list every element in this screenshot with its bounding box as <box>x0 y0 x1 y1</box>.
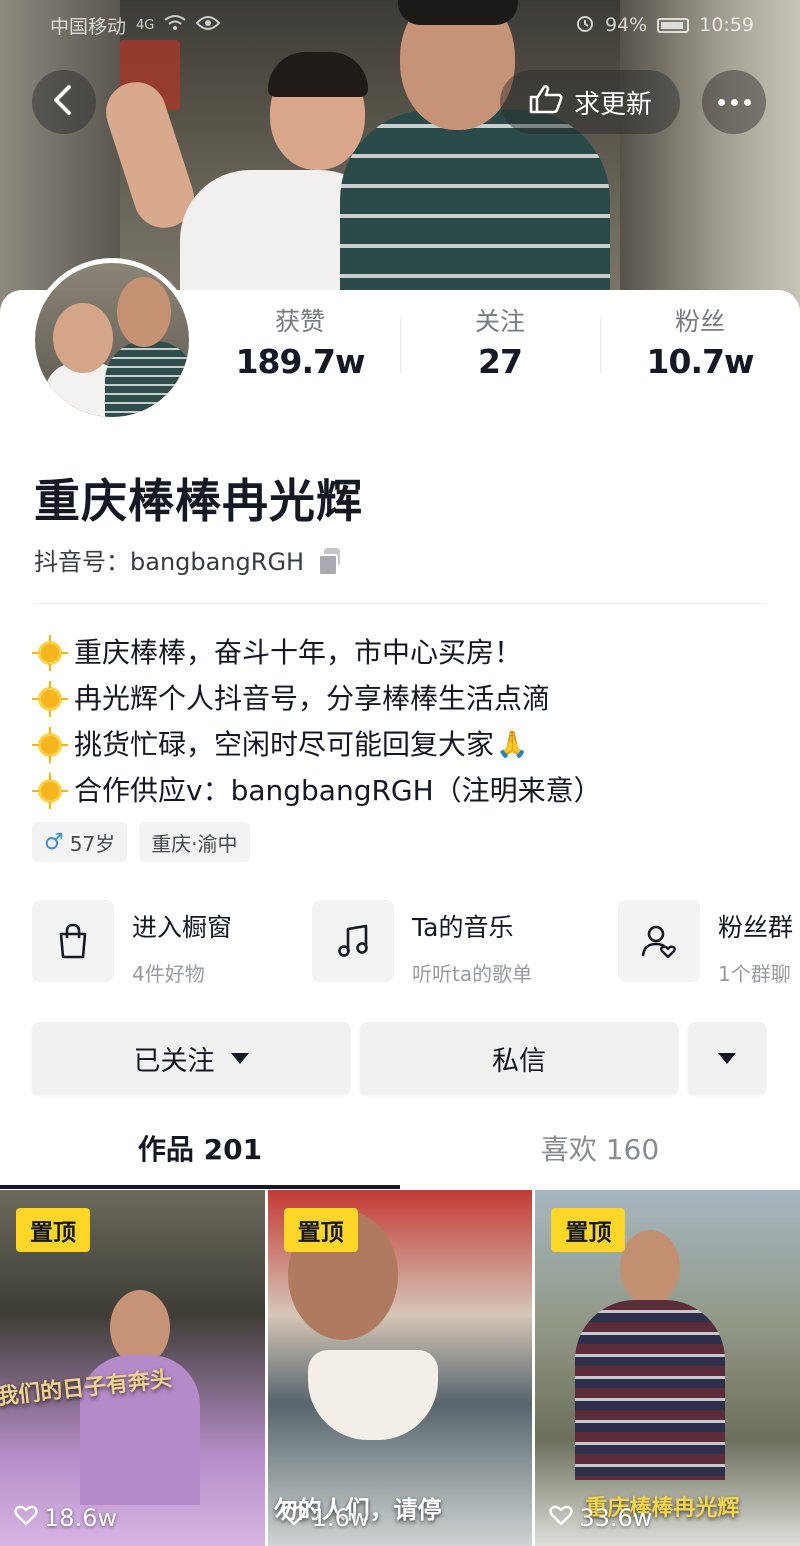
pointing-hand-icon <box>528 83 564 122</box>
like-count: 33.6w <box>579 1504 653 1532</box>
followed-label: 已关注 <box>133 1045 215 1077</box>
heart-icon <box>549 1504 574 1532</box>
age-tag: ♂ 57岁 <box>32 822 128 862</box>
stat-likes[interactable]: 获赞 189.7w <box>200 305 400 385</box>
request-update-label: 求更新 <box>573 89 652 120</box>
feature-title: Ta的音乐 <box>412 913 514 942</box>
video-grid: 置顶 我们的日子有奔头 18.6w 置顶 勿的人们，请停 1.6w 置顶 重庆棒… <box>0 1190 800 1546</box>
male-icon: ♂ <box>44 829 64 855</box>
message-label: 私信 <box>492 1045 546 1077</box>
bio-line: 重庆棒棒，奋斗十年，市中心买房！ <box>32 630 772 676</box>
bio-line: 冉光辉个人抖音号，分享棒棒生活点滴 <box>32 676 772 722</box>
feature-title: 进入橱窗 <box>132 913 233 942</box>
feature-music[interactable]: Ta的音乐 听听ta的歌单 <box>312 900 532 987</box>
eye-icon <box>196 14 221 36</box>
stat-label: 粉丝 <box>674 307 725 336</box>
praying-hands-icon: 🙏 <box>496 730 529 760</box>
bio-line: 挑货忙碌，空闲时尽可能回复大家 🙏 <box>32 722 772 768</box>
feature-subtitle: 4件好物 <box>132 962 205 986</box>
caret-down-icon <box>230 1052 249 1064</box>
stat-value: 27 <box>478 342 523 381</box>
feature-entries: 进入橱窗 4件好物 Ta的音乐 听听ta的歌单 粉丝群 1个群聊 <box>32 900 800 990</box>
like-count: 18.6w <box>44 1504 118 1532</box>
video-likes: 1.6w <box>281 1504 370 1532</box>
feature-title: 粉丝群 <box>718 913 794 942</box>
alarm-icon <box>575 13 595 38</box>
status-bar: 中国移动 4G 94% 10:59 <box>0 0 800 50</box>
music-note-icon <box>312 900 394 982</box>
message-button[interactable]: 私信 <box>360 1022 678 1094</box>
pinned-badge: 置顶 <box>551 1208 626 1252</box>
sun-emoji-icon <box>32 773 68 809</box>
profile-name: 重庆棒棒冉光辉 <box>34 474 363 528</box>
sun-emoji-icon <box>32 681 68 717</box>
tab-likes[interactable]: 喜欢 160 <box>400 1120 800 1190</box>
video-likes: 18.6w <box>14 1504 117 1532</box>
battery-percent: 94% <box>605 14 648 36</box>
douyin-id: 抖音号：bangbangRGH <box>34 542 342 577</box>
feature-fan-group[interactable]: 粉丝群 1个群聊 <box>618 900 793 987</box>
carrier-label: 中国移动 <box>50 15 127 38</box>
active-tab-indicator <box>0 1185 400 1189</box>
profile-bio: 重庆棒棒，奋斗十年，市中心买房！ 冉光辉个人抖音号，分享棒棒生活点滴 挑货忙碌，… <box>32 630 772 814</box>
more-options-button[interactable] <box>702 70 766 134</box>
heart-icon <box>281 1504 306 1532</box>
douyin-id-text: 抖音号：bangbangRGH <box>34 548 305 576</box>
action-buttons: 已关注 私信 <box>32 1022 768 1094</box>
more-dots-icon <box>717 98 751 106</box>
cover-person-boy <box>98 40 390 320</box>
bio-text: 挑货忙碌，空闲时尽可能回复大家 <box>74 728 495 761</box>
back-button[interactable] <box>32 70 96 134</box>
battery-icon <box>657 17 690 33</box>
video-thumbnail[interactable]: 置顶 勿的人们，请停 1.6w <box>267 1190 533 1546</box>
followed-button[interactable]: 已关注 <box>32 1022 350 1094</box>
clock: 10:59 <box>699 14 754 36</box>
feature-subtitle: 听听ta的歌单 <box>412 962 533 986</box>
profile-stats: 获赞 189.7w 关注 27 粉丝 10.7w <box>200 305 800 385</box>
content-tabs: 作品 201 喜欢 160 <box>0 1120 800 1190</box>
video-thumbnail[interactable]: 置顶 我们的日子有奔头 18.6w <box>0 1190 265 1546</box>
bio-text: 重庆棒棒，奋斗十年，市中心买房！ <box>74 636 523 669</box>
stat-followers[interactable]: 粉丝 10.7w <box>600 305 800 385</box>
feature-subtitle: 1个群聊 <box>718 962 791 986</box>
profile-tags: ♂ 57岁 重庆·渝中 <box>32 822 250 862</box>
fan-group-icon <box>618 900 700 982</box>
divider <box>34 603 766 604</box>
network-label: 4G <box>136 17 155 33</box>
shopping-bag-icon <box>32 900 114 982</box>
chevron-left-icon <box>51 84 77 120</box>
stat-value: 10.7w <box>646 342 755 381</box>
age-text: 57岁 <box>69 831 116 856</box>
stat-label: 关注 <box>474 307 525 336</box>
request-update-button[interactable]: 求更新 <box>500 70 680 134</box>
pinned-badge: 置顶 <box>283 1208 358 1252</box>
tab-works[interactable]: 作品 201 <box>0 1120 400 1190</box>
location-text: 重庆·渝中 <box>151 831 238 856</box>
copy-icon[interactable] <box>318 547 342 576</box>
stat-value: 189.7w <box>235 342 366 381</box>
bio-text: 合作供应v：bangbangRGH（注明来意） <box>74 774 602 807</box>
sun-emoji-icon <box>32 635 68 671</box>
like-count: 1.6w <box>311 1504 370 1532</box>
wifi-icon <box>164 14 186 37</box>
avatar[interactable] <box>30 258 194 422</box>
bio-line: 合作供应v：bangbangRGH（注明来意） <box>32 768 772 814</box>
feature-shop-window[interactable]: 进入橱窗 4件好物 <box>32 900 232 987</box>
recommend-dropdown-button[interactable] <box>688 1022 766 1094</box>
caret-down-icon <box>718 1052 736 1064</box>
heart-icon <box>14 1504 38 1532</box>
pinned-badge: 置顶 <box>16 1208 90 1252</box>
stat-label: 获赞 <box>274 307 325 336</box>
location-tag[interactable]: 重庆·渝中 <box>139 822 250 862</box>
sun-emoji-icon <box>32 727 68 763</box>
video-likes: 33.6w <box>549 1504 652 1532</box>
bio-text: 冉光辉个人抖音号，分享棒棒生活点滴 <box>74 682 551 715</box>
stat-following[interactable]: 关注 27 <box>400 305 600 385</box>
video-thumbnail[interactable]: 置顶 重庆棒棒冉光辉 33.6w <box>535 1190 800 1546</box>
